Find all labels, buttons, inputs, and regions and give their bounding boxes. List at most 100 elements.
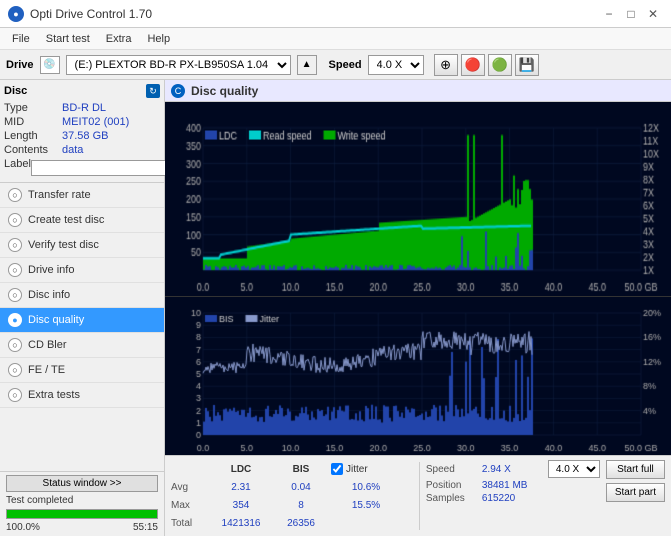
minimize-button[interactable]: − (599, 6, 619, 22)
speed-select[interactable]: 4.0 X (368, 55, 424, 75)
disc-mid-field: MID MEIT02 (001) (4, 116, 160, 128)
stats-right: Speed 2.94 X 4.0 X Position 38481 MB Sam… (426, 460, 600, 532)
disc-section: Disc ↻ Type BD-R DL MID MEIT02 (001) Len… (0, 80, 164, 183)
nav-create-test[interactable]: ○ Create test disc (0, 208, 164, 233)
stats-speed-row: Speed 2.94 X 4.0 X (426, 460, 600, 478)
stats-position-label: Position (426, 480, 476, 491)
progress-label: 100.0% (6, 522, 40, 533)
stats-max-ldc: 354 (211, 500, 271, 511)
drive-eject-button[interactable]: ▲ (297, 55, 317, 75)
nav-extra-tests[interactable]: ○ Extra tests (0, 383, 164, 408)
stats-ldc-header: LDC (211, 464, 271, 475)
nav-disc-quality[interactable]: ● Disc quality (0, 308, 164, 333)
nav-fe-te[interactable]: ○ FE / TE (0, 358, 164, 383)
disc-label-input[interactable] (31, 160, 169, 176)
disc-refresh-icon[interactable]: ↻ (146, 84, 160, 98)
stats-max-row: Max 354 8 15.5% (171, 496, 413, 514)
stats-max-bis: 8 (271, 500, 331, 511)
disc-length-value: 37.58 GB (62, 130, 160, 142)
charts-area (165, 102, 671, 455)
chart1-canvas (165, 102, 671, 296)
disc-length-label: Length (4, 130, 62, 142)
stats-bis-header: BIS (271, 464, 331, 475)
progress-bar-fill (7, 510, 157, 518)
nav-label-disc-info: Disc info (28, 289, 70, 301)
nav-label-cd-bler: CD Bler (28, 339, 67, 351)
close-button[interactable]: ✕ (643, 6, 663, 22)
disc-label-field: Label ⚙ (4, 158, 160, 176)
disc-contents-label: Contents (4, 144, 62, 156)
menu-start-test[interactable]: Start test (38, 31, 98, 47)
drive-select[interactable]: (E:) PLEXTOR BD-R PX-LB950SA 1.04 (66, 55, 291, 75)
main-content: Disc ↻ Type BD-R DL MID MEIT02 (001) Len… (0, 80, 671, 536)
progress-bar-container (6, 509, 158, 519)
stats-speed-label: Speed (426, 464, 476, 475)
disc-type-value: BD-R DL (62, 102, 160, 114)
title-bar-left: ● Opti Drive Control 1.70 (8, 6, 152, 22)
menu-extra[interactable]: Extra (98, 31, 140, 47)
chart2-canvas (165, 297, 671, 455)
stats-total-label: Total (171, 518, 211, 529)
disc-mid-label: MID (4, 116, 62, 128)
maximize-button[interactable]: □ (621, 6, 641, 22)
status-row: Test completed (6, 495, 158, 506)
status-text: Test completed (6, 495, 73, 506)
stats-avg-label: Avg (171, 482, 211, 493)
dq-icon: C (171, 84, 185, 98)
stats-samples-value: 615220 (482, 493, 542, 504)
start-part-button[interactable]: Start part (606, 483, 665, 502)
menu-file[interactable]: File (4, 31, 38, 47)
stats-avg-jitter: 10.6% (331, 482, 401, 493)
nav-icon-cd-bler: ○ (8, 338, 22, 352)
nav-label-drive-info: Drive info (28, 264, 74, 276)
nav-label-create: Create test disc (28, 214, 104, 226)
nav-verify-test[interactable]: ○ Verify test disc (0, 233, 164, 258)
nav-label-transfer: Transfer rate (28, 189, 91, 201)
nav-drive-info[interactable]: ○ Drive info (0, 258, 164, 283)
menu-help[interactable]: Help (139, 31, 178, 47)
stats-samples-label: Samples (426, 493, 476, 504)
nav-icon-disc-quality: ● (8, 313, 22, 327)
chart2-container (165, 297, 671, 455)
toolbar-btn-3[interactable]: 🟢 (488, 54, 512, 76)
jitter-checkbox[interactable] (331, 463, 343, 475)
stats-speed-dropdown[interactable]: 4.0 X (548, 460, 600, 478)
toolbar-btn-1[interactable]: ⊕ (434, 54, 458, 76)
toolbar-btn-4[interactable]: 💾 (515, 54, 539, 76)
stats-total-row: Total 1421316 26356 (171, 514, 413, 532)
disc-length-field: Length 37.58 GB (4, 130, 160, 142)
app-icon: ● (8, 6, 24, 22)
disc-mid-value: MEIT02 (001) (62, 116, 160, 128)
stats-avg-bis: 0.04 (271, 482, 331, 493)
toolbar-btn-2[interactable]: 🔴 (461, 54, 485, 76)
stats-avg-row: Avg 2.31 0.04 10.6% (171, 478, 413, 496)
stats-total-ldc: 1421316 (211, 518, 271, 529)
jitter-checkbox-label[interactable]: Jitter (331, 463, 401, 475)
nav-transfer-rate[interactable]: ○ Transfer rate (0, 183, 164, 208)
disc-type-field: Type BD-R DL (4, 102, 160, 114)
right-panel: C Disc quality LDC BIS (165, 80, 671, 536)
nav-icon-extra: ○ (8, 388, 22, 402)
status-window-button[interactable]: Status window >> (6, 475, 158, 492)
nav-cd-bler[interactable]: ○ CD Bler (0, 333, 164, 358)
nav-label-fe-te: FE / TE (28, 364, 65, 376)
left-panel: Disc ↻ Type BD-R DL MID MEIT02 (001) Len… (0, 80, 165, 536)
drive-icon: 💿 (40, 56, 60, 74)
stats-table: LDC BIS Jitter Avg 2.31 0.04 10.6% (171, 460, 413, 532)
nav-icon-transfer: ○ (8, 188, 22, 202)
nav-icon-drive-info: ○ (8, 263, 22, 277)
start-full-button[interactable]: Start full (606, 460, 665, 479)
nav-disc-info[interactable]: ○ Disc info (0, 283, 164, 308)
dq-header: C Disc quality (165, 80, 671, 102)
disc-contents-field: Contents data (4, 144, 160, 156)
status-bottom-row: 100.0% 55:15 (6, 522, 158, 533)
dq-title: Disc quality (191, 84, 258, 98)
nav-items: ○ Transfer rate ○ Create test disc ○ Ver… (0, 183, 164, 471)
stats-jitter-check-cell: Jitter (331, 463, 401, 475)
disc-type-label: Type (4, 102, 62, 114)
time-label: 55:15 (133, 522, 158, 533)
stats-speed-value: 2.94 X (482, 464, 542, 475)
drive-bar: Drive 💿 (E:) PLEXTOR BD-R PX-LB950SA 1.0… (0, 50, 671, 80)
drive-label: Drive (6, 59, 34, 71)
chart1-container (165, 102, 671, 297)
